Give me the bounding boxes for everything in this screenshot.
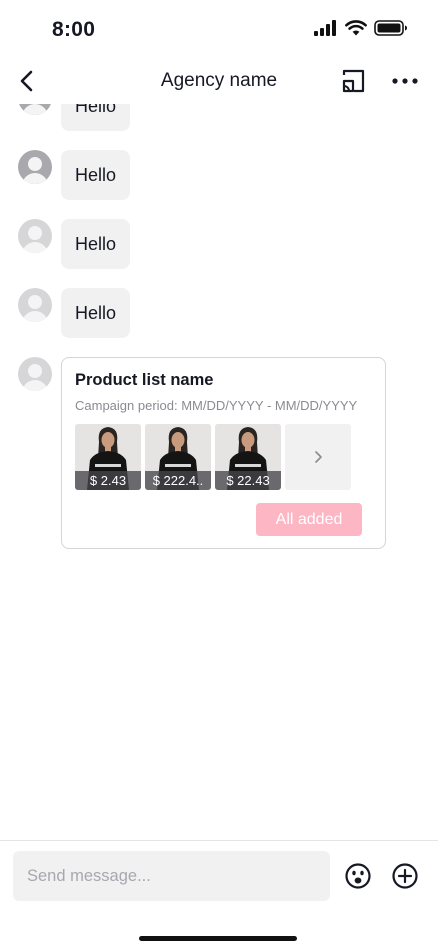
status-icons (314, 20, 408, 41)
message-bubble[interactable]: Hello (61, 288, 131, 338)
product-thumbnail[interactable]: $ 222.4.. (145, 424, 211, 490)
emoji-button[interactable] (344, 862, 372, 890)
add-attachment-button[interactable] (391, 862, 419, 890)
campaign-period: Campaign period: MM/DD/YYYY - MM/DD/YYYY (75, 398, 358, 413)
product-price: $ 2.43 (75, 471, 141, 490)
message-bubble[interactable]: Hello (61, 219, 131, 269)
more-icon (392, 78, 418, 84)
all-added-button[interactable]: All added (256, 503, 362, 536)
battery-icon (374, 20, 408, 41)
status-time: 8:00 (52, 18, 96, 41)
home-indicator[interactable] (139, 936, 297, 941)
message-bubble[interactable]: Hello (61, 150, 131, 200)
signal-icon (314, 20, 338, 41)
product-list-title: Product list name (75, 371, 214, 389)
cast-button[interactable] (340, 67, 368, 95)
avatar[interactable] (18, 288, 52, 322)
page-title: Agency name (160, 70, 278, 91)
product-price: $ 22.43 (215, 471, 281, 490)
chat-area[interactable]: Hello Hello Hello Hello Product list nam… (0, 104, 438, 840)
product-list-card[interactable]: Product list name Campaign period: MM/DD… (61, 357, 386, 549)
avatar[interactable] (18, 104, 52, 115)
product-thumbnail[interactable]: $ 22.43 (215, 424, 281, 490)
status-bar: 8:00 (0, 0, 438, 60)
message-bubble[interactable]: Hello (61, 104, 131, 131)
product-thumbnail[interactable]: $ 2.43 (75, 424, 141, 490)
nav-bar: Agency name (0, 60, 438, 104)
message-composer (0, 840, 438, 948)
message-input[interactable] (13, 851, 330, 901)
more-products-button[interactable] (285, 424, 351, 490)
chevron-right-icon (315, 451, 322, 463)
more-button[interactable] (390, 67, 420, 95)
plus-circle-icon (392, 863, 418, 889)
avatar[interactable] (18, 357, 52, 391)
avatar[interactable] (18, 150, 52, 184)
product-thumbnails: $ 2.43 $ 222.4.. $ 22.43 (75, 424, 351, 490)
emoji-icon (345, 863, 371, 889)
product-price: $ 222.4.. (145, 471, 211, 490)
avatar[interactable] (18, 219, 52, 253)
wifi-icon (345, 20, 367, 41)
cast-icon (342, 69, 365, 93)
